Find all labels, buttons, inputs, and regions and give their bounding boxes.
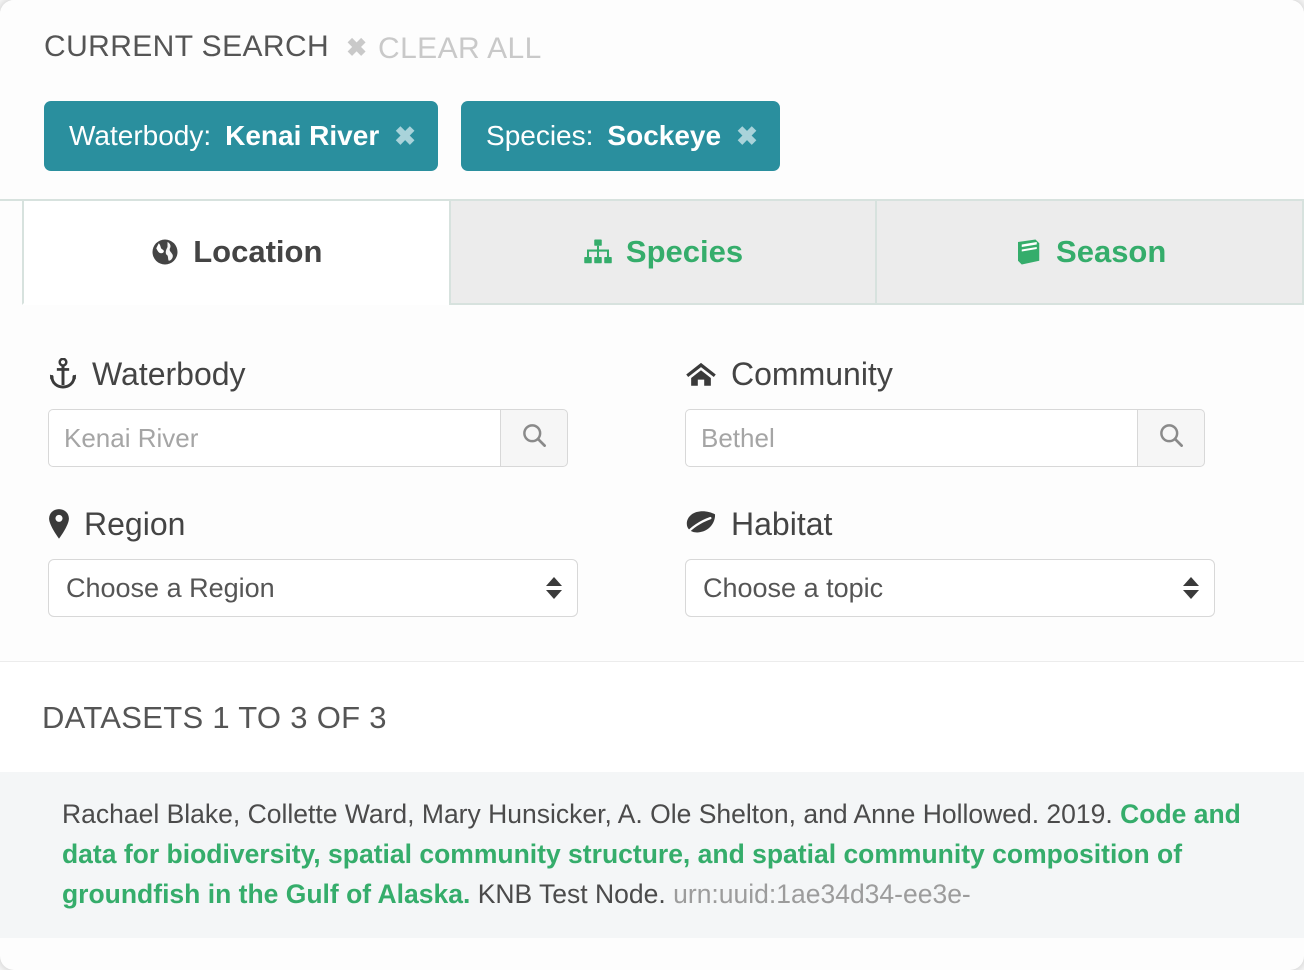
results-count-heading: DATASETS 1 TO 3 OF 3	[42, 700, 387, 735]
filter-tag-value: Kenai River	[225, 120, 380, 151]
facet-habitat-label-row: Habitat	[685, 505, 1260, 543]
region-select[interactable]: Choose a Region	[48, 559, 578, 617]
community-search-group	[685, 409, 1205, 467]
tab-species[interactable]: Species	[448, 201, 876, 305]
clear-all-label: CLEAR ALL	[378, 31, 542, 65]
result-authors: Rachael Blake, Collette Ward, Mary Hunsi…	[62, 799, 1113, 829]
result-node: KNB Test Node.	[477, 879, 666, 909]
book-icon	[1013, 237, 1043, 267]
search-icon	[1158, 422, 1185, 454]
waterbody-input[interactable]	[48, 409, 500, 467]
close-x-icon[interactable]: ✖	[736, 123, 758, 149]
current-search-title: CURRENT SEARCH	[44, 30, 330, 63]
tab-label: Species	[625, 234, 744, 269]
sitemap-icon	[583, 237, 613, 267]
search-icon	[521, 422, 548, 454]
globe-icon	[150, 237, 180, 267]
filter-tag-key: Species:	[486, 120, 594, 151]
tab-label: Location	[193, 234, 323, 269]
tab-label: Season	[1056, 234, 1167, 269]
current-search-header: CURRENT SEARCH ✖ CLEAR ALL	[44, 30, 1304, 70]
facet-label-text: Habitat	[731, 505, 833, 542]
waterbody-search-button[interactable]	[500, 409, 568, 467]
facet-region-label-row: Region	[48, 505, 623, 543]
search-page: CURRENT SEARCH ✖ CLEAR ALL Waterbody: Ke…	[0, 0, 1304, 970]
home-icon	[685, 359, 717, 389]
close-x-icon[interactable]: ✖	[394, 123, 416, 149]
habitat-select[interactable]: Choose a topic	[685, 559, 1215, 617]
facet-waterbody: Waterbody	[48, 355, 623, 467]
current-search-section: CURRENT SEARCH ✖ CLEAR ALL Waterbody: Ke…	[0, 0, 1304, 185]
tab-season[interactable]: Season	[875, 201, 1304, 305]
facet-region: Region Choose a Region	[48, 505, 623, 617]
filter-tag-value: Sockeye	[607, 120, 722, 151]
community-input[interactable]	[685, 409, 1137, 467]
habitat-select-wrap: Choose a topic	[685, 559, 1215, 617]
facet-community: Community	[685, 355, 1260, 467]
facet-waterbody-label-row: Waterbody	[48, 355, 623, 393]
facet-grid: Waterbody Kenai River Community Bethel R…	[48, 355, 1260, 617]
community-search-button[interactable]	[1137, 409, 1205, 467]
facet-habitat: Habitat Choose a topic	[685, 505, 1260, 617]
leaf-icon	[685, 510, 717, 538]
facet-tabs-wrapper: Location Species Season	[0, 199, 1304, 305]
filter-tag-species[interactable]: Species: Sockeye ✖	[461, 101, 780, 171]
region-select-wrap: Choose a Region	[48, 559, 578, 617]
filter-tag-waterbody[interactable]: Waterbody: Kenai River ✖	[44, 101, 439, 171]
results-section: DATASETS 1 TO 3 OF 3 Rachael Blake, Coll…	[0, 662, 1304, 938]
waterbody-search-group	[48, 409, 568, 467]
location-facet-panel: Waterbody Kenai River Community Bethel R…	[0, 305, 1304, 662]
active-filter-tags: Waterbody: Kenai River ✖ Species: Sockey…	[44, 70, 1304, 185]
anchor-icon	[48, 358, 78, 390]
facet-label-text: Region	[84, 505, 186, 542]
clear-all-button[interactable]: ✖ CLEAR ALL	[346, 32, 542, 66]
list-item: Rachael Blake, Collette Ward, Mary Hunsi…	[0, 772, 1304, 938]
map-pin-icon	[48, 508, 70, 540]
result-identifier: urn:uuid:1ae34d34-ee3e-	[673, 879, 971, 909]
facet-label-text: Waterbody	[92, 355, 246, 392]
facet-community-label-row: Community	[685, 355, 1260, 393]
facet-label-text: Community	[731, 355, 893, 392]
tab-location[interactable]: Location	[22, 201, 449, 305]
facet-tabs: Location Species Season	[22, 201, 1304, 305]
filter-tag-key: Waterbody:	[69, 120, 212, 151]
close-x-icon: ✖	[346, 34, 368, 62]
